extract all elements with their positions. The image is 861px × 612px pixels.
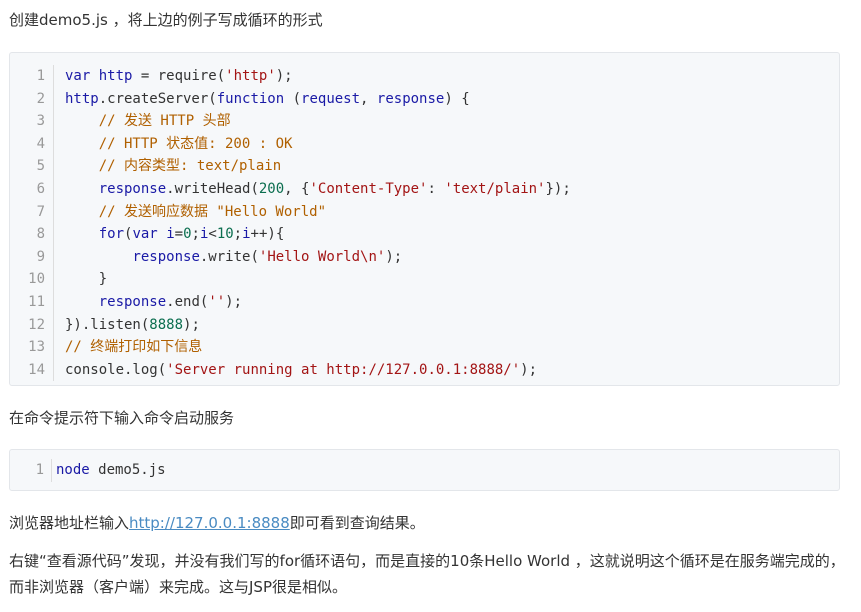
code-text: response.writeHead(200, {'Content-Type':… [98, 180, 571, 197]
server-code-line: 8 for(var i=0;i<10;i++){ [10, 223, 839, 246]
conclusion-paragraph: 右键“查看源代码”发现，并没有我们写的for循环语句，而是直接的10条Hello… [9, 552, 845, 596]
code-text: } [65, 271, 108, 288]
code-text: // 发送响应数据 "Hello World" [98, 203, 327, 220]
line-number: 4 [10, 132, 54, 156]
server-code-line: 12 }).listen(8888); [10, 313, 839, 337]
line-number: 1 [10, 65, 54, 88]
code-text: }).listen(8888); [65, 316, 200, 333]
line-number: 11 [10, 290, 54, 314]
browser-instruction-paragraph: 浏览器地址栏输入http://127.0.0.1:8888即可看到查询结果。 [9, 510, 425, 536]
line-number: 1 [10, 459, 52, 482]
code-text: // 终端打印如下信息 [65, 339, 203, 356]
line-number: 8 [10, 223, 54, 246]
line-number: 13 [10, 336, 54, 359]
code-text: console.log('Server running at http://12… [65, 361, 538, 378]
line-number: 10 [10, 268, 54, 291]
code-text: response.write('Hello World\n'); [132, 248, 403, 265]
line-number: 12 [10, 313, 54, 337]
code-text: // 发送 HTTP 头部 [98, 113, 231, 130]
code-text: // 内容类型: text/plain [98, 158, 282, 175]
code-text: response.end(''); [98, 293, 243, 310]
server-code-line: 7 // 发送响应数据 "Hello World" [10, 200, 839, 224]
server-code-line: 1 var http = require('http'); [10, 65, 839, 88]
line-number: 5 [10, 155, 54, 178]
server-code-line: 4 // HTTP 状态值: 200 : OK [10, 132, 839, 156]
server-code-line: 5 // 内容类型: text/plain [10, 155, 839, 178]
server-code-line: 13 // 终端打印如下信息 [10, 336, 839, 359]
server-code-line: 11 response.end(''); [10, 290, 839, 314]
server-code-line: 3 // 发送 HTTP 头部 [10, 110, 839, 133]
line-number: 6 [10, 177, 54, 201]
server-code-line: 14 console.log('Server running at http://… [10, 358, 839, 382]
code-text: // HTTP 状态值: 200 : OK [98, 135, 293, 152]
localhost-link[interactable]: http://127.0.0.1:8888 [129, 514, 290, 532]
server-code-line: 10 } [10, 268, 839, 291]
server-code-line: 9 response.write('Hello World\n'); [10, 245, 839, 269]
start-instruction-paragraph: 在命令提示符下输入命令启动服务 [9, 409, 235, 427]
line-number: 14 [10, 358, 54, 382]
line-number: 9 [10, 245, 54, 269]
code-text: http.createServer(function (request, res… [65, 90, 470, 107]
code-text: for(var i=0;i<10;i++){ [98, 226, 285, 243]
line-number: 3 [10, 110, 54, 133]
server-code-line: 6 response.writeHead(200, {'Content-Type… [10, 177, 839, 201]
code-block-server: 1 var http = require('http'); 2 http.create… [9, 52, 840, 386]
code-block-command: 1 node demo5.js [9, 449, 840, 491]
command-code-line: 1 node demo5.js [10, 459, 839, 482]
code-text: var http = require('http'); [65, 68, 293, 84]
line-number: 7 [10, 200, 54, 224]
code-text: node demo5.js [56, 462, 166, 478]
browser-text-prefix: 浏览器地址栏输入 [9, 514, 130, 532]
intro-paragraph: 创建demo5.js ，将上边的例子写成循环的形式 [9, 11, 323, 29]
browser-text-suffix: 即可看到查询结果。 [289, 514, 425, 532]
line-number: 2 [10, 87, 54, 111]
server-code-line: 2 http.createServer(function (request, re… [10, 87, 839, 111]
